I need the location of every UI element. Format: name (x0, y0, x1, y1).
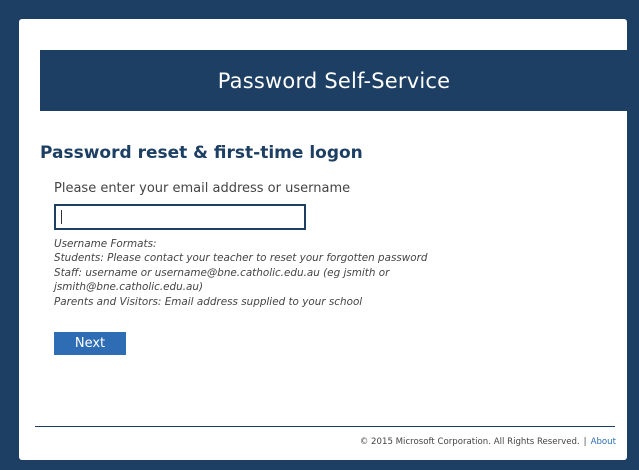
login-card: Password Self-Service Password reset & f… (19, 19, 628, 460)
footer-separator: | (583, 437, 587, 447)
help-line: Students: Please contact your teacher to… (54, 252, 428, 265)
header-banner: Password Self-Service (40, 50, 628, 111)
help-line: Parents and Visitors: Email address supp… (54, 295, 363, 308)
help-line: jsmith@bne.catholic.edu.au) (54, 281, 204, 294)
page-title: Password reset & first-time logon (40, 143, 363, 163)
copyright-text: © 2015 Microsoft Corporation. All Rights… (359, 437, 580, 447)
help-line: Username Formats: (54, 238, 157, 250)
username-prompt-label: Please enter your email address or usern… (54, 181, 351, 196)
username-formats-help: Username Formats: Students: Please conta… (54, 237, 524, 309)
next-button[interactable]: Next (54, 332, 126, 355)
app-title: Password Self-Service (217, 68, 451, 93)
text-caret (61, 210, 62, 224)
footer-divider (35, 426, 615, 427)
username-input[interactable] (54, 204, 306, 230)
footer: © 2015 Microsoft Corporation. All Rights… (360, 437, 616, 447)
help-line: Staff: username or username@bne.catholic… (54, 266, 390, 279)
about-link[interactable]: About (591, 437, 616, 447)
